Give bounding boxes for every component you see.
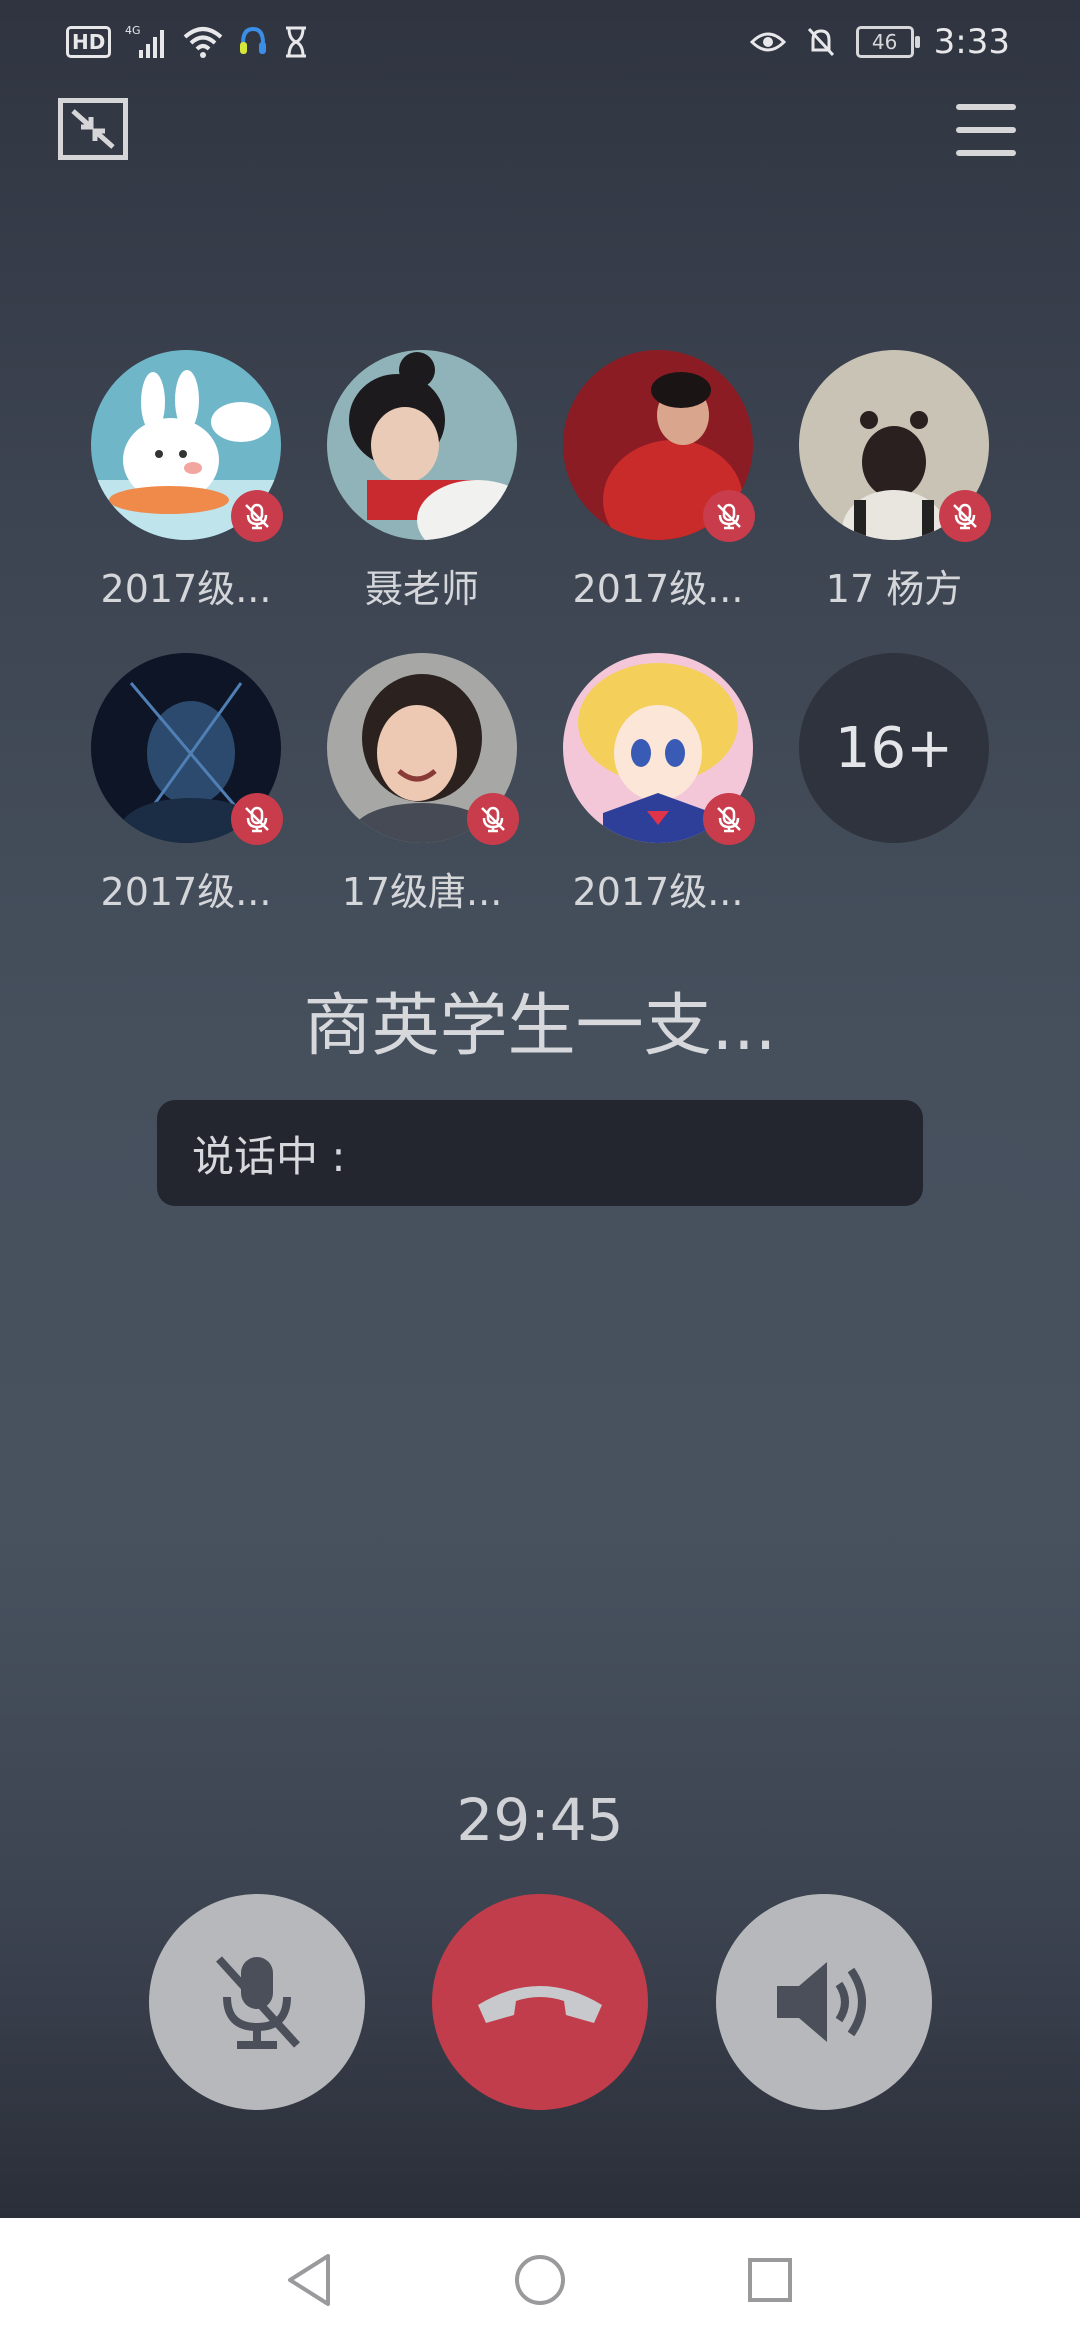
battery-icon: 46: [855, 26, 920, 58]
participant-name: 17级唐...: [341, 870, 503, 914]
avatar: [563, 653, 755, 845]
speaker-button[interactable]: [716, 1894, 932, 2110]
participant-1[interactable]: 2017级...: [71, 350, 301, 613]
call-timer: 29:45: [456, 1786, 624, 1854]
speaking-indicator: 说话中 :: [157, 1100, 923, 1206]
recents-square-icon: [748, 2258, 792, 2302]
avatar: [799, 350, 991, 542]
svg-text:4G: 4G: [125, 24, 141, 37]
participant-name: 2017级...: [572, 870, 744, 914]
shrink-arrows-icon: [71, 109, 115, 149]
avatar: [327, 653, 519, 845]
speaking-label: 说话中 :: [192, 1131, 346, 1181]
status-left: HD 4G: [66, 24, 309, 60]
participant-name: 2017级...: [572, 567, 744, 611]
minimize-window-button[interactable]: [58, 98, 128, 160]
participant-7[interactable]: 2017级...: [543, 653, 773, 916]
status-bar: HD 4G 46 3:33: [0, 0, 1080, 90]
back-triangle-icon: [288, 2254, 330, 2306]
4g-signal-icon: 4G: [125, 24, 165, 58]
wifi-icon: [184, 27, 223, 58]
muted-mic-icon: [467, 793, 519, 845]
system-navigation-bar: [0, 2218, 1080, 2340]
group-title: 商英学生一支...: [303, 987, 777, 1066]
voice-call-screen: HD 4G 46 3:33 2017级... 聂老师 2017级... 17 杨…: [0, 0, 1080, 2340]
hd-icon: HD: [66, 26, 112, 58]
participant-2[interactable]: 聂老师: [307, 350, 537, 613]
muted-mic-icon: [231, 793, 283, 845]
home-button[interactable]: [508, 2248, 572, 2312]
muted-mic-icon: [703, 490, 755, 542]
eye-icon: [749, 32, 786, 52]
status-time: 3:33: [933, 22, 1010, 62]
avatar: [91, 350, 283, 542]
back-button[interactable]: [277, 2248, 341, 2312]
menu-icon-line: [956, 127, 1016, 133]
muted-mic-icon: [939, 490, 991, 542]
recent-apps-button[interactable]: [738, 2248, 802, 2312]
muted-mic-icon: [231, 490, 283, 542]
hourglass-icon: [286, 26, 307, 58]
status-right: 46 3:33: [749, 22, 1010, 62]
participant-6[interactable]: 17级唐...: [307, 653, 537, 916]
avatar: [327, 350, 517, 540]
battery-level: 46: [871, 30, 898, 54]
bell-off-icon: [807, 27, 834, 57]
home-circle-icon: [515, 2255, 565, 2305]
mic-off-icon: [216, 1956, 300, 2049]
participant-name: 2017级...: [100, 870, 272, 914]
participant-5[interactable]: 2017级...: [71, 653, 301, 916]
headset-app-icon: [240, 26, 267, 54]
participant-name: 2017级...: [100, 567, 272, 611]
participant-name: 聂老师: [364, 567, 479, 611]
menu-icon: [956, 104, 1016, 110]
more-participants-button[interactable]: 16+: [779, 653, 1009, 843]
phone-hangup-icon: [478, 1986, 602, 2023]
muted-mic-icon: [703, 793, 755, 845]
speaker-icon: [777, 1962, 866, 2042]
menu-icon-line: [956, 150, 1016, 156]
mute-microphone-button[interactable]: [149, 1894, 365, 2110]
participant-3[interactable]: 2017级...: [543, 350, 773, 613]
avatar: [91, 653, 283, 845]
avatar: [563, 350, 755, 542]
hang-up-button[interactable]: [432, 1894, 648, 2110]
girl-red-scarf-avatar-icon: [327, 350, 517, 540]
participant-4[interactable]: 17 杨方: [779, 350, 1009, 613]
participant-name: 17 杨方: [825, 567, 963, 611]
menu-button[interactable]: [956, 104, 1016, 156]
more-count: 16+: [799, 653, 989, 843]
